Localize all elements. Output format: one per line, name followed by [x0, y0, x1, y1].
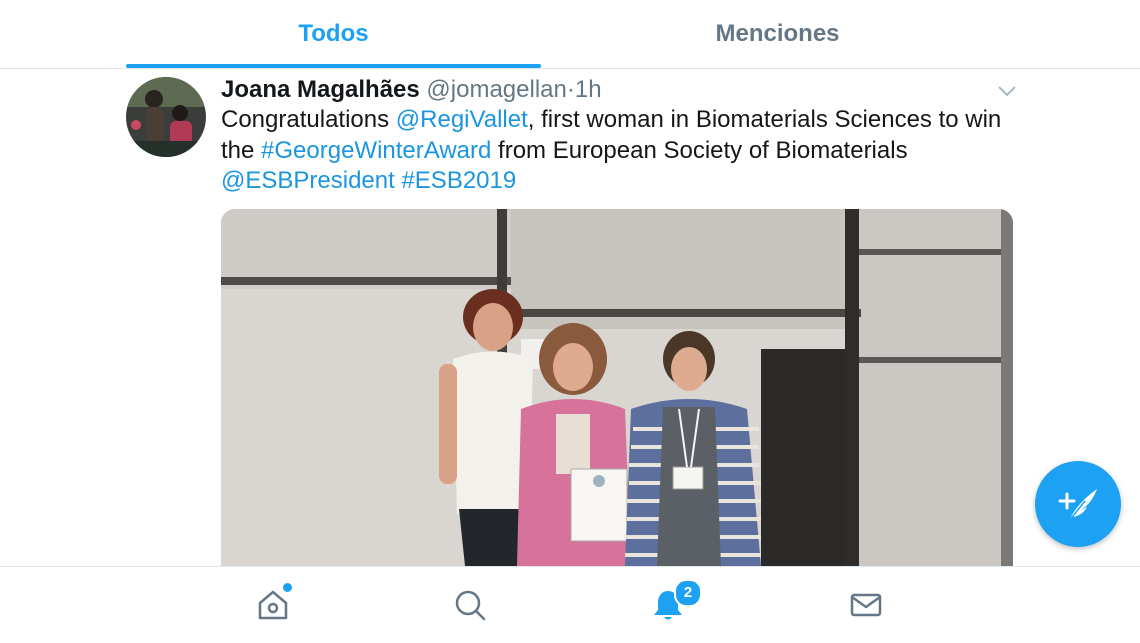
chevron-down-icon[interactable] [995, 81, 1019, 101]
avatar[interactable] [126, 77, 206, 157]
compose-tweet-button[interactable] [1035, 461, 1121, 547]
nav-messages-button[interactable] [826, 567, 906, 643]
nav-home-button[interactable] [233, 567, 313, 643]
mention-link[interactable]: @ESBPresident [221, 167, 395, 194]
bottom-navigation: 2 [0, 566, 1140, 643]
tab-all[interactable]: Todos [126, 0, 541, 68]
mail-icon [850, 593, 882, 617]
tweet-time: 1h [574, 76, 602, 103]
tab-mentions[interactable]: Menciones [560, 0, 995, 68]
compose-tweet-icon [1058, 489, 1097, 522]
tweet-header: Joana Magalhães @jomagellan·1h [221, 75, 602, 105]
timeline-tabs: Todos Menciones [0, 0, 1140, 69]
mention-link[interactable]: @RegiVallet [396, 106, 528, 133]
separator-dot: · [566, 76, 575, 103]
nav-search-button[interactable] [430, 567, 510, 643]
hashtag-link[interactable]: #ESB2019 [401, 167, 516, 194]
nav-notifications-button[interactable]: 2 [628, 567, 708, 643]
tweet-photo[interactable] [221, 209, 1013, 566]
search-icon [455, 590, 486, 621]
tweet-text-part: Congratulations [221, 106, 396, 133]
tweet[interactable]: Joana Magalhães @jomagellan·1h Congratul… [0, 69, 1140, 566]
display-name[interactable]: Joana Magalhães [221, 76, 420, 103]
new-content-dot [281, 581, 294, 594]
tweet-text-part: from European Society of Biomaterials [491, 136, 908, 164]
hashtag-link[interactable]: #GeorgeWinterAward [261, 137, 491, 164]
notifications-badge: 2 [674, 579, 702, 607]
user-handle[interactable]: @jomagellan [426, 76, 566, 103]
tweet-text: Congratulations @RegiVallet, first woman… [221, 105, 1021, 197]
